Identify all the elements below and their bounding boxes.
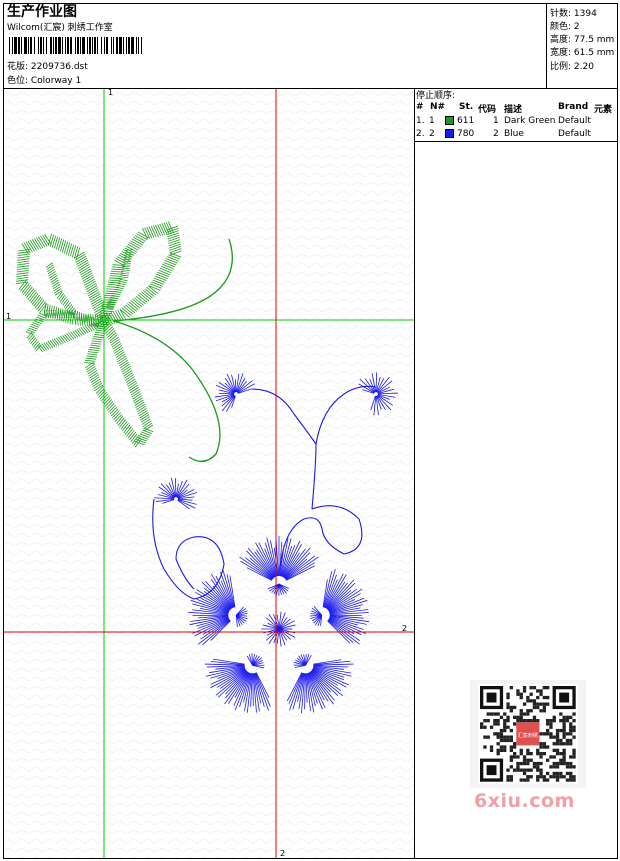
color-swatch [445, 129, 454, 138]
barcode-bar [65, 37, 66, 54]
barcode-bar [104, 37, 105, 54]
barcode-bar [116, 37, 118, 54]
stop-sequence-title: 停止顺序: [416, 91, 456, 101]
barcode-bar [21, 37, 22, 54]
barcode-bar [94, 37, 96, 54]
stats-panel: 针数: 1394 颜色: 2 高度: 77.5 mm 宽度: 61.5 mm 比… [546, 3, 619, 88]
barcode-bar [75, 37, 76, 54]
col-n: N# [430, 102, 446, 112]
barcode-bar [82, 37, 85, 54]
row-brand: Default [558, 129, 591, 139]
barcode-bar [92, 37, 93, 54]
barcode-bar [9, 37, 10, 54]
qr-code-area: 汇宸刺绣 [470, 680, 586, 788]
barcode-bar [14, 37, 17, 54]
barcode-bar [28, 37, 29, 54]
guide-marker-bottom: 2 [280, 849, 285, 858]
row-n: 2 [429, 129, 435, 139]
barcode-bar [77, 37, 79, 54]
row-code: 1 [493, 116, 499, 126]
barcode-bar [18, 37, 20, 54]
table-row: 2. 2 780 2 Blue Default [415, 128, 618, 140]
color-swatch [445, 116, 454, 125]
barcode [9, 37, 142, 54]
studio-name: Wilcom(汇宸) 刺绣工作室 [7, 23, 113, 33]
barcode-bar [128, 37, 130, 54]
barcode-bar [38, 37, 39, 54]
fabric-texture [4, 89, 414, 858]
row-brand: Default [558, 116, 591, 126]
stop-table-header: # N# St. 代码 描述 Brand 元素 [415, 102, 618, 115]
barcode-bar [89, 37, 91, 54]
barcode-bar [58, 37, 61, 54]
col-code: 代码 [478, 105, 497, 115]
barcode-bar [70, 37, 72, 54]
design-height: 高度: 77.5 mm [550, 35, 615, 45]
qr-code: 汇宸刺绣 [478, 684, 578, 784]
row-st: 780 [457, 129, 475, 139]
table-row: 1. 1 611 1 Dark Green Default [415, 115, 618, 127]
barcode-bar [62, 37, 63, 54]
barcode-bar [131, 37, 134, 54]
col-element: 元素 [594, 105, 613, 115]
barcode-bar [43, 37, 44, 54]
watermark-text: 6xiu.com [474, 790, 575, 812]
row-code: 2 [493, 129, 499, 139]
barcode-bar [87, 37, 88, 54]
guide-marker-left: 1 [6, 312, 11, 321]
row-desc: Dark Green [504, 116, 556, 126]
barcode-bar [53, 37, 54, 54]
barcode-bar [123, 37, 124, 54]
barcode-bar [34, 37, 35, 54]
barcode-bar [55, 37, 57, 54]
guide-marker-right: 2 [402, 624, 407, 633]
col-st: St. [459, 102, 474, 112]
design-width: 宽度: 61.5 mm [550, 48, 615, 58]
col-brand: Brand [558, 102, 589, 112]
row-st: 611 [457, 116, 475, 126]
barcode-bar [136, 37, 137, 54]
barcode-bar [126, 37, 127, 54]
barcode-bar [67, 37, 69, 54]
panel-divider [414, 88, 415, 859]
barcode-bar [111, 37, 112, 54]
design-file-label: 花版: 2209736.dst [7, 62, 88, 72]
col-index: # [416, 102, 424, 112]
barcode-bar [141, 37, 142, 54]
barcode-bar [119, 37, 122, 54]
row-n: 1 [429, 116, 435, 126]
embroidery-preview: 1 1 2 2 [4, 89, 414, 858]
guide-marker-top: 1 [108, 89, 113, 97]
stitch-count: 针数: 1394 [550, 9, 597, 19]
design-scale: 比例: 2.20 [550, 62, 594, 72]
barcode-bar [12, 37, 13, 54]
barcode-bar [80, 37, 81, 54]
barcode-bar [106, 37, 108, 54]
colorway-label: 色位: Colorway 1 [7, 76, 82, 86]
table-bottom-rule [415, 141, 618, 142]
row-index: 2. [416, 129, 425, 139]
barcode-bar [113, 37, 114, 54]
qr-badge-text: 汇宸刺绣 [518, 732, 538, 739]
barcode-bar [24, 37, 27, 54]
barcode-bar [46, 37, 47, 54]
design-preview: 1 1 2 2 [4, 89, 414, 858]
barcode-bar [101, 37, 102, 54]
color-count: 颜色: 2 [550, 22, 580, 32]
barcode-bar [97, 37, 98, 54]
col-desc: 描述 [504, 105, 523, 115]
barcode-bar [30, 37, 32, 54]
barcode-bar [40, 37, 42, 54]
row-desc: Blue [504, 129, 524, 139]
row-index: 1. [416, 116, 425, 126]
barcode-bar [138, 37, 139, 54]
barcode-bar [50, 37, 52, 54]
page-title: 生产作业图 [7, 4, 77, 20]
